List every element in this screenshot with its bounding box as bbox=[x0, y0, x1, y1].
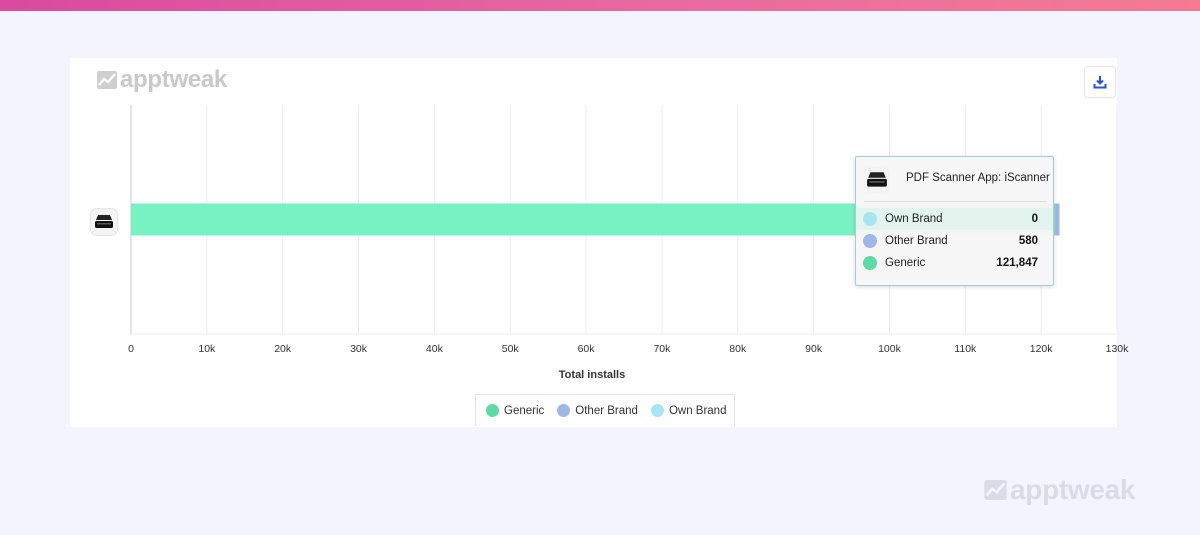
tooltip-dot-own-brand bbox=[863, 212, 877, 226]
x-tick-label: 100k bbox=[878, 343, 902, 355]
legend-dot-own-brand bbox=[650, 404, 664, 417]
legend-dot-other-brand bbox=[557, 404, 571, 417]
tooltip-row-generic: Generic 121,847 bbox=[856, 252, 1053, 274]
x-tick-label: 120k bbox=[1030, 343, 1054, 355]
scanner-icon bbox=[867, 172, 887, 187]
watermark-text: apptweak bbox=[1010, 474, 1136, 505]
legend-label-other-brand: Other Brand bbox=[575, 404, 638, 417]
legend-label-own-brand: Own Brand bbox=[668, 404, 727, 417]
x-tick-label: 130k bbox=[1106, 343, 1130, 355]
bar-other-brand bbox=[1055, 203, 1060, 236]
tooltip-dot-generic bbox=[863, 256, 877, 270]
x-tick-label: 20k bbox=[274, 343, 292, 355]
scanner-icon bbox=[95, 215, 113, 228]
legend-item-generic[interactable]: Generic bbox=[486, 404, 544, 417]
tooltip-title: PDF Scanner App: iScanner bbox=[906, 172, 1050, 184]
x-tick-label: 50k bbox=[502, 343, 520, 355]
tooltip-label: Other Brand bbox=[885, 235, 948, 247]
x-tick-label: 30k bbox=[350, 343, 368, 355]
x-tick-label: 60k bbox=[578, 343, 596, 355]
tooltip-row-own-brand: Own Brand 0 bbox=[856, 208, 1053, 230]
tooltip-dot-other-brand bbox=[863, 234, 877, 248]
legend-dot-generic bbox=[486, 404, 499, 417]
logo-chart-icon bbox=[984, 480, 1007, 500]
x-axis-title: Total installs bbox=[559, 369, 625, 381]
x-tick-label: 0 bbox=[128, 343, 134, 355]
tooltip-app-icon bbox=[864, 167, 890, 193]
app-icon-iscanner bbox=[90, 208, 118, 236]
chart-legend: Generic Other Brand Own Brand bbox=[475, 394, 736, 426]
legend-item-other-brand[interactable]: Other Brand bbox=[557, 404, 638, 417]
tooltip-label: Generic bbox=[885, 257, 926, 269]
x-tick-label: 90k bbox=[805, 343, 823, 355]
tooltip-value: 580 bbox=[1018, 235, 1038, 247]
x-tick-label: 70k bbox=[653, 343, 671, 355]
x-tick-label: 110k bbox=[954, 343, 977, 355]
x-tick-label: 80k bbox=[729, 343, 747, 355]
tooltip-value: 121,847 bbox=[996, 257, 1038, 269]
x-tick-label: 10k bbox=[198, 343, 216, 355]
tooltip-row-other-brand: Other Brand 580 bbox=[856, 230, 1053, 252]
legend-label-generic: Generic bbox=[504, 404, 545, 417]
x-tick-label: 40k bbox=[426, 343, 444, 355]
tooltip-value: 0 bbox=[1031, 213, 1038, 225]
apptweak-watermark: apptweak bbox=[984, 474, 1136, 506]
chart-tooltip: PDF Scanner App: iScanner Own Brand 0 Ot… bbox=[855, 156, 1054, 286]
legend-item-own-brand[interactable]: Own Brand bbox=[650, 404, 727, 417]
tooltip-label: Own Brand bbox=[885, 213, 943, 225]
tooltip-header: PDF Scanner App: iScanner bbox=[864, 167, 1050, 202]
